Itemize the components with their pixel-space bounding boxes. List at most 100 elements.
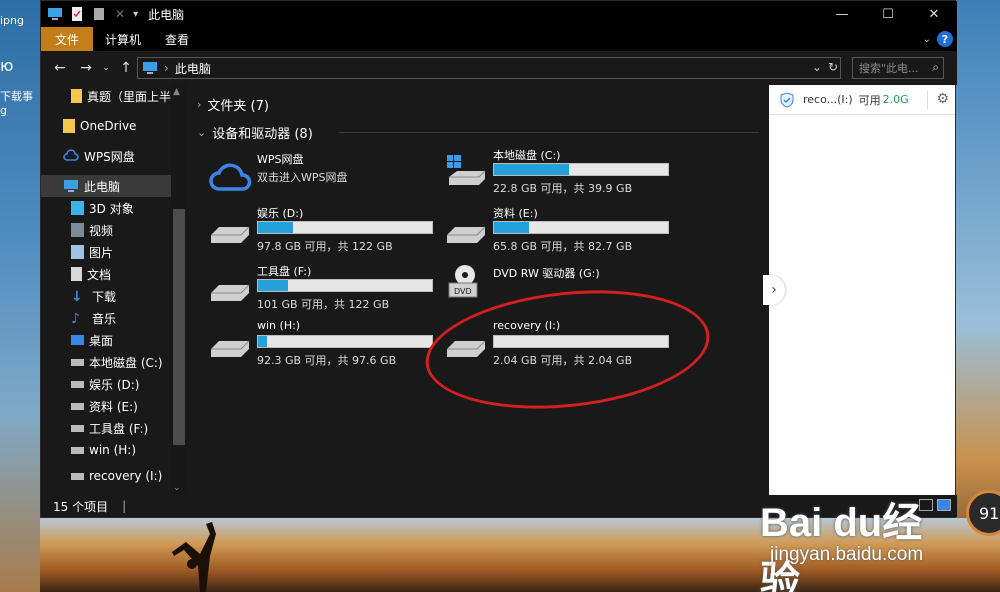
address-bar[interactable]: › 此电脑 ⌄ ↻ [137,57,841,79]
usage-bar [257,279,433,292]
panel-header: reco...(I:) 可用 2.0G ⚙ [769,85,955,115]
gear-icon[interactable]: ⚙ [936,91,949,107]
breadcrumb-location[interactable]: 此电脑 [175,60,211,77]
search-icon[interactable]: ⌕ [932,60,939,75]
scroll-up-icon[interactable]: ▲ [173,87,180,97]
tile-drive-h[interactable]: win (H:) 92.3 GB 可用，共 97.6 GB [209,319,439,371]
sidebar-item-pictures[interactable]: 图片 [41,241,171,263]
computer-icon[interactable] [47,6,63,22]
download-icon: ↓ [71,289,83,305]
usage-bar [257,221,433,234]
expand-ribbon-icon[interactable]: ⌄ [923,34,931,45]
tab-file[interactable]: 文件 [41,27,94,51]
back-icon[interactable]: ← [47,60,73,76]
sidebar-item-label: OneDrive [80,119,137,133]
sidebar-item-drive-e[interactable]: 资料 (E:) [41,395,171,417]
drive-icon [71,402,84,410]
usage-bar-fill [258,280,288,291]
sidebar-item-desktop[interactable]: 桌面 [41,329,171,351]
drive-icon [71,472,84,480]
cube-icon [71,201,84,215]
chevron-right-icon: › [197,98,202,111]
properties-icon[interactable] [69,6,85,22]
sidebar-item-drive-f[interactable]: 工具盘 (F:) [41,417,171,439]
content-pane: › 文件夹 (7) ⌄ 设备和驱动器 (8) WPS网盘 双击进入WPS网盘 本… [189,85,767,495]
breadcrumb-separator-icon: › [164,61,169,75]
sidebar-item-drive-i[interactable]: recovery (I:) [41,465,171,487]
forward-icon[interactable]: → [73,60,99,76]
drive-icon [71,424,84,432]
sidebar-item-downloads[interactable]: ↓ 下载 [41,285,171,307]
customize-quick-access-icon[interactable]: ▾ [133,9,138,20]
usage-bar-fill [494,222,529,233]
sidebar-item-drive-h[interactable]: win (H:) [41,439,171,461]
folder-icon [63,119,75,133]
devices-group-header[interactable]: ⌄ 设备和驱动器 (8) [197,123,313,142]
sidebar-item-documents[interactable]: 文档 [41,263,171,285]
item-count: 15 个项目 [53,499,109,514]
tab-view[interactable]: 查看 [153,27,201,51]
sidebar-item-label: 本地磁盘 (C:) [89,355,163,370]
usage-bar-fill [258,222,293,233]
sidebar-item-label: 图片 [89,245,114,260]
sidebar-item-label: 娱乐 (D:) [89,377,140,392]
tile-name: WPS网盘 [257,153,304,166]
cloud-icon [63,149,79,161]
baidu-logo: Bai du经验 [760,501,923,592]
sidebar-scrollbar[interactable]: ▲ ⌄ [171,85,187,495]
close-button[interactable]: ✕ [911,1,957,27]
tile-wps[interactable]: WPS网盘 双击进入WPS网盘 [209,151,439,203]
sidebar-item-wps[interactable]: WPS网盘 [41,145,171,167]
cloud-icon [209,163,252,191]
maximize-button[interactable]: ☐ [865,1,911,27]
scrollbar-thumb[interactable] [173,209,185,445]
sidebar-item-this-pc[interactable]: 此电脑 [41,175,171,197]
folder-icon [71,89,82,103]
panel-free-label: 可用 [858,93,881,107]
sidebar-item-drive-d[interactable]: 娱乐 (D:) [41,373,171,395]
windows-drive-icon [447,155,486,185]
desktop-label-3: 下载事 [0,90,33,103]
delete-icon[interactable]: ✕ [115,7,125,21]
sidebar-item-label: 真题（里面上半 [86,89,171,104]
tile-info: 97.8 GB 可用，共 122 GB [257,240,393,253]
sidebar-item-folder[interactable]: 真题（里面上半 [41,85,171,107]
sidebar-item-label: 音乐 [92,311,117,326]
help-icon[interactable]: ? [937,31,953,47]
status-separator: | [122,499,127,513]
search-input[interactable]: 搜索"此电... ⌕ [852,57,944,79]
tab-computer[interactable]: 计算机 [93,27,153,51]
folders-group-header[interactable]: › 文件夹 (7) [197,95,269,114]
recent-locations-icon[interactable]: ⌄ [99,63,113,73]
sidebar-item-onedrive[interactable]: OneDrive [41,115,171,137]
tile-drive-f[interactable]: 工具盘 (F:) 101 GB 可用，共 122 GB [209,263,439,315]
drive-icon [71,358,84,366]
tile-info: 22.8 GB 可用，共 39.9 GB [493,182,633,195]
sidebar-item-label: 资料 (E:) [89,399,138,414]
up-icon[interactable]: ↑ [113,60,139,76]
group-label: 文件夹 (7) [207,99,269,114]
image-icon [71,245,84,259]
refresh-icon[interactable]: ↻ [828,60,838,74]
drive-info-panel: reco...(I:) 可用 2.0G ⚙ › [763,85,955,495]
address-dropdown-icon[interactable]: ⌄ [812,60,822,74]
computer-icon [143,62,157,74]
tile-drive-e[interactable]: 资料 (E:) 65.8 GB 可用，共 82.7 GB [445,205,675,257]
sidebar-item-label: 视频 [89,223,114,238]
sidebar-item-label: 文档 [87,267,112,282]
tile-info: 65.8 GB 可用，共 82.7 GB [493,240,633,253]
sidebar-item-music[interactable]: ♪ 音乐 [41,307,171,329]
tile-drive-d[interactable]: 娱乐 (D:) 97.8 GB 可用，共 122 GB [209,205,439,257]
tile-name: 本地磁盘 (C:) [493,149,561,162]
sidebar-item-video[interactable]: 视频 [41,219,171,241]
sidebar-item-3d[interactable]: 3D 对象 [41,197,171,219]
new-folder-icon[interactable] [91,6,107,22]
tile-drive-c[interactable]: 本地磁盘 (C:) 22.8 GB 可用，共 39.9 GB [445,147,675,199]
sidebar-item-drive-c[interactable]: 本地磁盘 (C:) [41,351,171,373]
panel-collapse-chevron-icon[interactable]: › [763,275,785,305]
tile-name: DVD RW 驱动器 (G:) [493,267,600,280]
minimize-button[interactable]: — [819,1,865,27]
desktop-label-1: ipng [0,14,24,27]
scroll-down-icon[interactable]: ⌄ [173,483,181,493]
tile-name: 娱乐 (D:) [257,207,304,220]
